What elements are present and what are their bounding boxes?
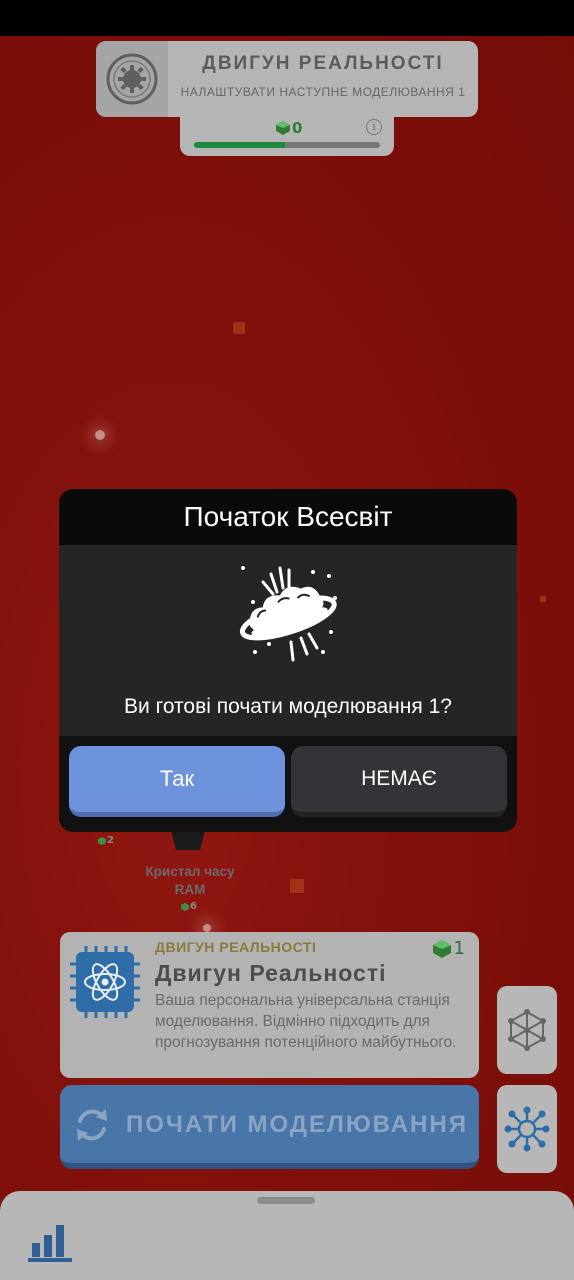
hub-icon [504,1106,550,1152]
sheet-handle[interactable] [257,1197,315,1204]
bottom-sheet[interactable] [0,1191,574,1280]
dialog-title: Початок Всесвіт [183,501,393,532]
big-bang-icon [239,566,337,662]
progress-bar [194,142,380,148]
info-card[interactable]: ДВИГУН РЕАЛЬНОСТІ 1 Двигун Реальності Ва… [60,932,479,1078]
header-title: ДВИГУН РЕАЛЬНОСТІ [202,53,444,74]
status-bar [0,0,574,36]
gem-icon [98,836,106,845]
network-button[interactable] [497,986,557,1074]
yes-button[interactable]: Так [69,746,285,817]
progress-fill [194,142,286,148]
gear-icon [96,41,168,117]
network-icon [508,1009,546,1051]
bar-chart-icon[interactable] [28,1221,74,1263]
node-cost-value: 6 [190,901,197,912]
progress-card: 0 i [180,112,394,156]
info-description: Ваша персональна універсальна станція мо… [155,992,457,1051]
hub-button[interactable] [497,1085,557,1173]
gem-icon [432,939,451,958]
header-subtitle: НАЛАШТУВАТИ НАСТУПНЕ МОДЕЛЮВАННЯ 1 [180,85,466,99]
dialog-question: Ви готові почати моделювання 1? [124,695,452,718]
info-gem-counter: 1 [432,938,465,959]
start-simulation-button[interactable]: ПОЧАТИ МОДЕЛЮВАННЯ [60,1085,479,1169]
node-label: Кристал часу RAM [130,863,250,899]
info-icon[interactable]: i [366,119,382,135]
gem-count-value: 0 [292,119,303,137]
info-title: Двигун Реальності [155,960,387,986]
gem-icon [276,121,290,135]
gem-counter: 0 [276,119,302,137]
gem-icon [181,902,189,911]
info-subtitle: ДВИГУН РЕАЛЬНОСТІ [155,939,317,955]
start-universe-dialog: Початок Всесвіт Ви готові почати моделюв… [59,489,517,832]
refresh-icon [77,1109,107,1141]
node-cost: 6 [181,901,197,912]
node-cost: 2 [98,835,114,846]
info-gem-value: 1 [453,938,465,959]
header-card[interactable]: ДВИГУН РЕАЛЬНОСТІ НАЛАШТУВАТИ НАСТУПНЕ М… [96,41,478,117]
node-label-line2: RAM [174,882,206,897]
atom-chip-icon [70,946,140,1018]
start-simulation-label: ПОЧАТИ МОДЕЛЮВАННЯ [126,1111,468,1138]
node-label-line1: Кристал часу [145,864,235,879]
node-cost-value: 2 [107,835,114,846]
no-button[interactable]: НЕМАЄ [291,746,507,817]
